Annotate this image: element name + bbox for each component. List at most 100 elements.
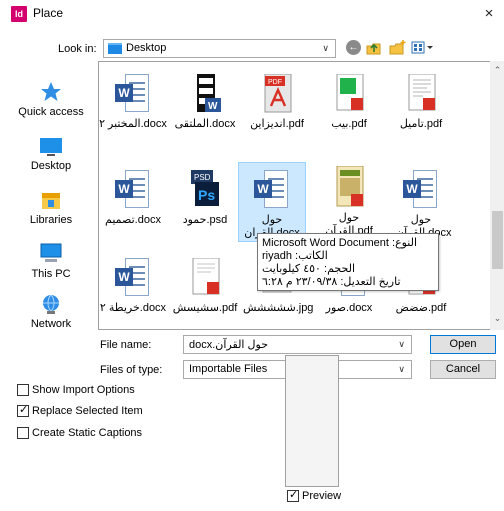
folder-icon (108, 43, 122, 54)
places-bar: Quick access Desktop Libraries This PC N… (9, 61, 93, 330)
place-label: Desktop (30, 160, 72, 172)
word-document-icon: W (115, 170, 151, 210)
file-name: حمود.psd (182, 214, 228, 226)
indesign-app-icon: Id (11, 6, 27, 22)
window-title: Place (33, 6, 64, 20)
word-document-icon: W (115, 258, 151, 298)
tooltip-size: الحجم: ٤٥٠ كيلوبايت (262, 263, 355, 275)
up-folder-icon[interactable] (365, 39, 383, 57)
vertical-scrollbar[interactable]: ⌃ ⌄ (490, 61, 504, 330)
desktop-icon (40, 138, 62, 156)
pdf-document-icon (403, 73, 439, 114)
place-quick-access[interactable]: Quick access (9, 81, 93, 118)
place-label: This PC (31, 268, 71, 280)
pdf-document-icon (187, 257, 223, 298)
cancel-button[interactable]: Cancel (430, 360, 496, 379)
checkbox-box[interactable] (17, 403, 29, 418)
file-name: الملتقى.docx (174, 118, 236, 130)
file-name-field[interactable]: حول القرآن.docx ∨ (183, 335, 412, 354)
show-import-options-checkbox[interactable]: Show Import Options (17, 384, 135, 397)
file-name-label: File name: (100, 339, 152, 351)
file-name: المختبر ٢.docx (99, 118, 167, 130)
file-item-selected[interactable]: W حول القران.docx (238, 162, 306, 242)
binder-document-icon: W (187, 74, 223, 114)
scroll-down-icon[interactable]: ⌄ (490, 313, 504, 324)
network-icon (43, 294, 59, 314)
place-label: Network (30, 318, 72, 330)
file-name: صور.docx (325, 302, 373, 314)
close-button[interactable]: × (478, 3, 500, 25)
pdf-document-icon (331, 73, 367, 114)
file-name: ششششش.jpg (243, 302, 314, 314)
word-document-icon: W (254, 170, 290, 210)
tooltip-type: النوع: Microsoft Word Document (262, 237, 418, 249)
checkbox-box[interactable] (17, 427, 29, 440)
place-this-pc[interactable]: This PC (9, 243, 93, 280)
checkbox-label: Show Import Options (32, 384, 135, 396)
place-network[interactable]: Network (9, 293, 93, 330)
svg-text:PSD: PSD (194, 173, 211, 182)
open-button[interactable]: Open (430, 335, 496, 354)
create-static-captions-checkbox[interactable]: Create Static Captions (17, 427, 143, 440)
file-name: سشيسش.pdf (172, 302, 238, 314)
file-item[interactable]: W المختبر ٢.docx (99, 74, 167, 131)
file-name: ضضض.pdf (395, 302, 447, 314)
file-item[interactable]: W تصميم.docx (99, 170, 167, 227)
svg-text:Ps: Ps (198, 187, 215, 203)
tooltip-author: الكاتب: riyadh (262, 250, 328, 262)
checkbox-box[interactable] (17, 384, 29, 397)
file-item[interactable]: بيب.pdf (315, 73, 383, 131)
views-menu-icon[interactable] (411, 40, 435, 56)
checkbox-label: Replace Selected Item (32, 405, 143, 417)
title-bar (0, 0, 504, 28)
computer-icon (40, 243, 62, 262)
place-label: Quick access (18, 106, 84, 118)
checkbox-label: Create Static Captions (32, 427, 143, 439)
file-item[interactable]: W حول القرآن.docx (387, 170, 455, 240)
back-icon[interactable]: ← (346, 40, 361, 55)
chevron-down-icon: ∨ (322, 43, 329, 53)
look-in-dropdown[interactable]: Desktop ∨ (103, 39, 336, 58)
place-desktop[interactable]: Desktop (9, 137, 93, 172)
star-icon (41, 82, 61, 101)
chevron-down-icon: ∨ (398, 339, 405, 349)
file-name: تاميل.pdf (399, 118, 443, 130)
scroll-up-icon[interactable]: ⌃ (490, 65, 504, 76)
file-item[interactable]: W خريطة ٢.docx (99, 258, 167, 315)
preview-checkbox[interactable]: Preview (287, 488, 342, 503)
preview-pane (285, 355, 339, 487)
replace-selected-item-checkbox[interactable]: Replace Selected Item (17, 403, 143, 418)
new-folder-icon[interactable] (388, 39, 408, 57)
file-item[interactable]: تاميل.pdf (387, 73, 455, 131)
svg-text:W: W (208, 101, 218, 112)
file-item[interactable]: W الملتقى.docx (171, 74, 239, 131)
pdf-document-icon (331, 165, 367, 210)
look-in-label: Look in: (58, 43, 97, 55)
scroll-thumb[interactable] (492, 211, 503, 269)
file-name: خريطة ٢.docx (99, 302, 167, 314)
file-item[interactable]: سشيسش.pdf (171, 257, 239, 315)
file-info-tooltip: النوع: Microsoft Word Document الكاتب: r… (257, 233, 439, 291)
file-item[interactable]: PDF انديزاين.pdf (243, 73, 311, 131)
file-name-value: حول القرآن.docx (189, 339, 269, 351)
word-document-icon: W (115, 74, 151, 114)
files-of-type-value: Importable Files (189, 363, 268, 375)
file-name: تصميم.docx (105, 214, 161, 226)
file-name: بيب.pdf (331, 118, 367, 130)
file-name: انديزاين.pdf (250, 118, 304, 130)
look-in-value: Desktop (126, 42, 167, 54)
checkbox-label: Preview (302, 490, 342, 502)
file-item[interactable]: حول القرآن.pdf (315, 165, 383, 238)
svg-text:PDF: PDF (268, 79, 282, 86)
word-document-icon: W (403, 170, 439, 210)
checkbox-box[interactable] (287, 488, 299, 503)
pdf-document-icon: PDF (259, 73, 295, 114)
place-label: Libraries (29, 214, 73, 226)
files-of-type-label: Files of type: (100, 364, 163, 376)
libraries-icon (42, 193, 60, 209)
photoshop-document-icon: PSD Ps (187, 170, 223, 210)
chevron-down-icon: ∨ (398, 364, 405, 374)
tooltip-modified: تاريخ التعديل: ٢٣/٠٩/٣٨ م ٦:٢٨ (262, 276, 401, 288)
file-item[interactable]: PSD Ps حمود.psd (171, 170, 239, 227)
place-libraries[interactable]: Libraries (9, 191, 93, 226)
